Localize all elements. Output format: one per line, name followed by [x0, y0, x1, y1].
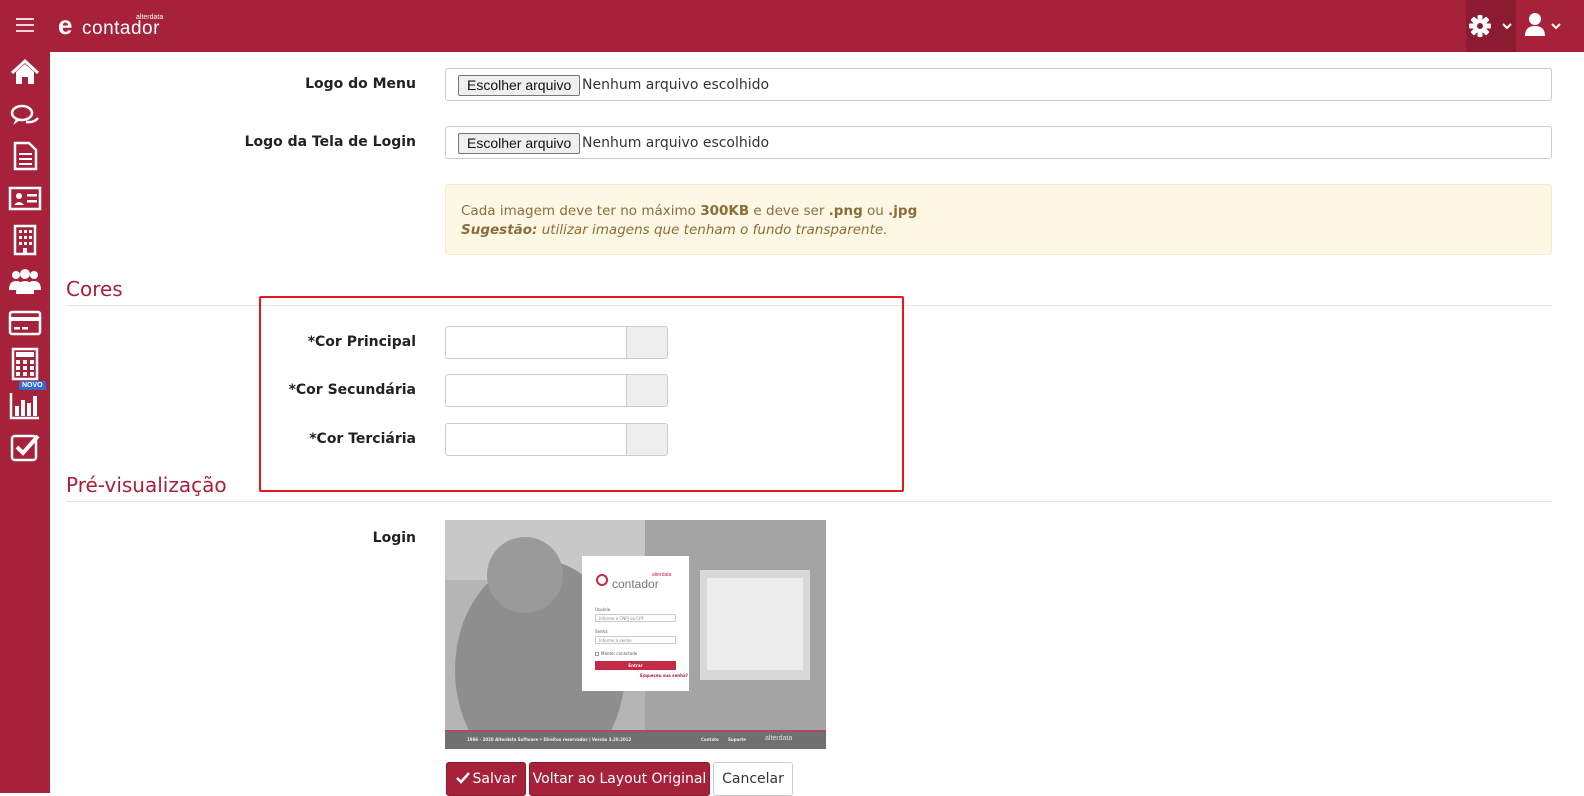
- sidebar: NOVO: [0, 52, 50, 793]
- logo-menu-file-input[interactable]: Escolher arquivo Nenhum arquivo escolhid…: [445, 68, 1552, 101]
- save-button-label: Salvar: [472, 771, 517, 787]
- user-icon: [1525, 13, 1561, 36]
- sidebar-item-calculator[interactable]: [8, 347, 42, 381]
- preview-logo-small: alterdata: [652, 572, 672, 578]
- users-icon: [9, 269, 41, 294]
- restore-layout-label: Voltar ao Layout Original: [532, 771, 707, 787]
- checkbox-icon: [10, 434, 40, 462]
- settings-dropdown-button[interactable]: [1466, 0, 1516, 52]
- choose-file-button[interactable]: Escolher arquivo: [458, 75, 581, 96]
- preview-user-label: Usuário: [595, 607, 611, 612]
- preview-enter-label: Entrar: [628, 663, 643, 668]
- sidebar-item-documents[interactable]: [8, 139, 42, 173]
- preview-enter-button: Entrar: [595, 661, 676, 670]
- cores-section-title: Cores: [66, 277, 123, 301]
- file-status-text: Nenhum arquivo escolhido: [582, 135, 770, 151]
- sidebar-item-reports[interactable]: [8, 388, 42, 422]
- save-button[interactable]: Salvar: [446, 762, 526, 796]
- check-icon: [455, 772, 470, 784]
- preview-footer-contact: Contato: [701, 737, 719, 742]
- section-divider: [66, 501, 1552, 502]
- preview-footer-support: Suporte: [728, 737, 746, 742]
- chevron-down-icon: [1502, 23, 1512, 30]
- building-icon: [13, 224, 37, 256]
- alert-text: e deve ser: [749, 203, 829, 219]
- sidebar-item-contacts[interactable]: [8, 181, 42, 215]
- logo-e-mark: e: [58, 10, 73, 40]
- alert-size-limit: 300KB: [700, 203, 750, 219]
- preview-login-label: Login: [372, 530, 416, 546]
- preview-password-input: Informe a senha: [595, 636, 676, 644]
- alert-text: Cada imagem deve ter no máximo: [461, 203, 701, 219]
- home-icon: [10, 58, 40, 84]
- alert-suggestion-label: Sugestão:: [461, 222, 538, 238]
- sidebar-item-home[interactable]: [8, 56, 42, 90]
- preview-footer-brand: alterdata: [765, 735, 793, 742]
- logo-login-file-input[interactable]: Escolher arquivo Nenhum arquivo escolhid…: [445, 126, 1552, 159]
- preview-password-label: Senha: [595, 629, 608, 634]
- preview-logo-e: [596, 574, 608, 586]
- contact-card-icon: [8, 186, 42, 211]
- preview-password-placeholder: Informe a senha: [599, 638, 632, 643]
- alert-format-jpg: .jpg: [888, 203, 918, 219]
- cancel-button[interactable]: Cancelar: [713, 762, 793, 796]
- logo-login-label: Logo da Tela de Login: [244, 134, 416, 150]
- preview-user-input: Informe o CNPJ ou CPF: [595, 614, 676, 622]
- document-icon: [13, 141, 38, 171]
- alert-line-1: Cada imagem deve ter no máximo 300KB e d…: [461, 202, 1536, 221]
- preview-logo-word: contador: [612, 577, 659, 591]
- alert-suggestion-text: utilizar imagens que tenham o fundo tran…: [537, 222, 888, 238]
- image-requirements-alert: Cada imagem deve ter no máximo 300KB e d…: [445, 184, 1552, 255]
- credit-card-icon: [8, 310, 42, 336]
- chat-icon: [10, 104, 39, 125]
- alert-text: ou: [862, 203, 889, 219]
- preview-forgot-link: Esqueceu sua senha?: [640, 673, 688, 678]
- logo-menu-label: Logo do Menu: [305, 76, 416, 92]
- sidebar-item-companies[interactable]: [8, 223, 42, 257]
- file-status-text: Nenhum arquivo escolhido: [582, 77, 770, 93]
- highlight-box: [259, 296, 904, 492]
- sidebar-item-users[interactable]: [8, 264, 42, 298]
- preview-footer-left: 1986 - 2020 Alterdata Software • Direito…: [467, 737, 632, 742]
- top-navbar: e contador alterdata: [0, 0, 1584, 52]
- preview-remember-label: Manter conectado: [601, 651, 638, 656]
- alert-format-png: .png: [828, 203, 863, 219]
- login-preview-image: contador alterdata Usuário Informe o CNP…: [445, 520, 826, 749]
- restore-layout-button[interactable]: Voltar ao Layout Original: [529, 762, 710, 796]
- alert-line-2: Sugestão: utilizar imagens que tenham o …: [461, 221, 1536, 240]
- sidebar-item-payments[interactable]: [8, 306, 42, 340]
- sidebar-item-tasks[interactable]: [8, 430, 42, 464]
- user-dropdown-button[interactable]: [1518, 0, 1568, 52]
- calculator-icon: [11, 347, 39, 381]
- preview-section-title: Pré-visualização: [66, 473, 227, 497]
- cancel-button-label: Cancelar: [722, 771, 784, 787]
- sidebar-item-chat[interactable]: [8, 98, 42, 132]
- preview-remember-checkbox: [595, 652, 599, 656]
- hamburger-menu-icon[interactable]: [16, 18, 34, 32]
- bar-chart-icon: [9, 393, 39, 420]
- preview-user-placeholder: Informe o CNPJ ou CPF: [599, 616, 644, 621]
- preview-login-card: contador alterdata Usuário Informe o CNP…: [582, 556, 689, 691]
- gear-icon: [1469, 15, 1512, 37]
- choose-file-button[interactable]: Escolher arquivo: [458, 133, 581, 154]
- logo-brand-small: alterdata: [136, 14, 164, 21]
- logo-wordmark: contador: [82, 18, 160, 39]
